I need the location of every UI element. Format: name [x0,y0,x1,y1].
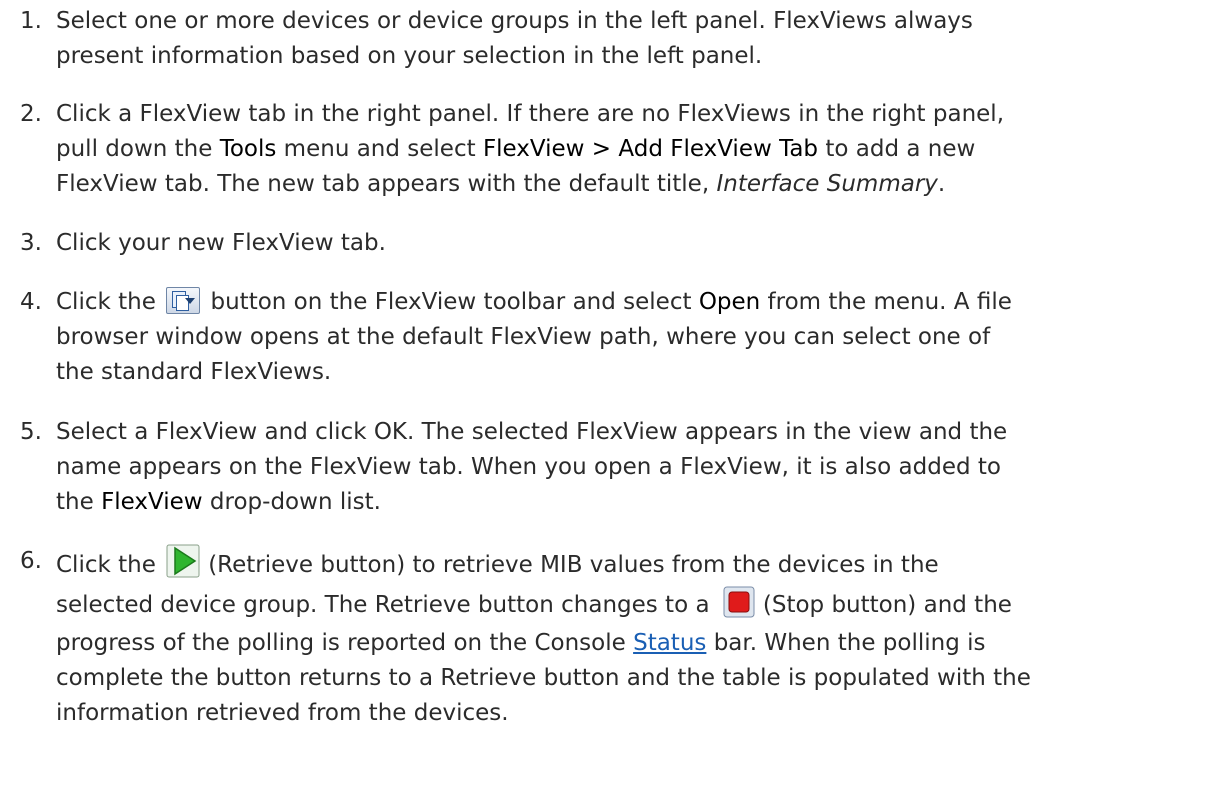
step-text: Select a FlexView and click OK. The sele… [56,415,1224,520]
play-icon [166,544,200,578]
menu-path-add-flexview-tab: FlexView > Add FlexView Tab [482,136,819,162]
step-line: Select one or more devices or device gro… [56,8,973,34]
step-number: 3. [20,230,42,256]
step-line: Click the (Retrieve button) to retrieve … [56,544,1224,586]
step-line: pull down the Tools menu and select Flex… [56,136,976,162]
step-line: Click a FlexView tab in the right panel.… [56,101,1005,127]
stop-icon [723,586,755,618]
step-line: present information based on your select… [56,43,763,69]
step-line: Select a FlexView and click OK. The sele… [56,419,1008,445]
step-line: browser window opens at the default Flex… [56,324,991,350]
step-number: 4. [20,289,42,315]
step-line: FlexView tab. The new tab appears with t… [56,171,946,197]
step-line: complete the button returns to a Retriev… [56,665,1031,691]
step-text: Click your new FlexView tab. [56,226,1224,261]
step-text: Click the (Retrieve button) to retrieve … [56,544,1224,731]
step-line: Click your new FlexView tab. [56,230,386,256]
menu-name-tools: Tools [219,136,277,162]
step-line: the standard FlexViews. [56,359,332,385]
flexview-dropdown-name: FlexView [101,489,203,515]
step-text: Select one or more devices or device gro… [56,4,1224,74]
step-text: Click the button on the FlexView toolbar… [56,285,1224,390]
menu-item-open: Open [698,289,761,315]
default-tab-title: Interface Summary [716,171,938,197]
step-line: name appears on the FlexView tab. When y… [56,454,1001,480]
step-line: the FlexView drop-down list. [56,489,381,515]
step-line: selected device group. The Retrieve butt… [56,586,1224,626]
step-number: 6. [20,548,42,574]
step-number: 5. [20,419,42,445]
step-number: 1. [20,8,42,34]
step-text: Click a FlexView tab in the right panel.… [56,97,1224,202]
flexview-open-menu-icon [166,287,201,314]
step-number: 2. [20,101,42,127]
step-line: information retrieved from the devices. [56,700,509,726]
step-line: progress of the polling is reported on t… [56,630,986,656]
step-line: Click the button on the FlexView toolbar… [56,287,1012,315]
status-link[interactable]: Status [633,630,706,656]
